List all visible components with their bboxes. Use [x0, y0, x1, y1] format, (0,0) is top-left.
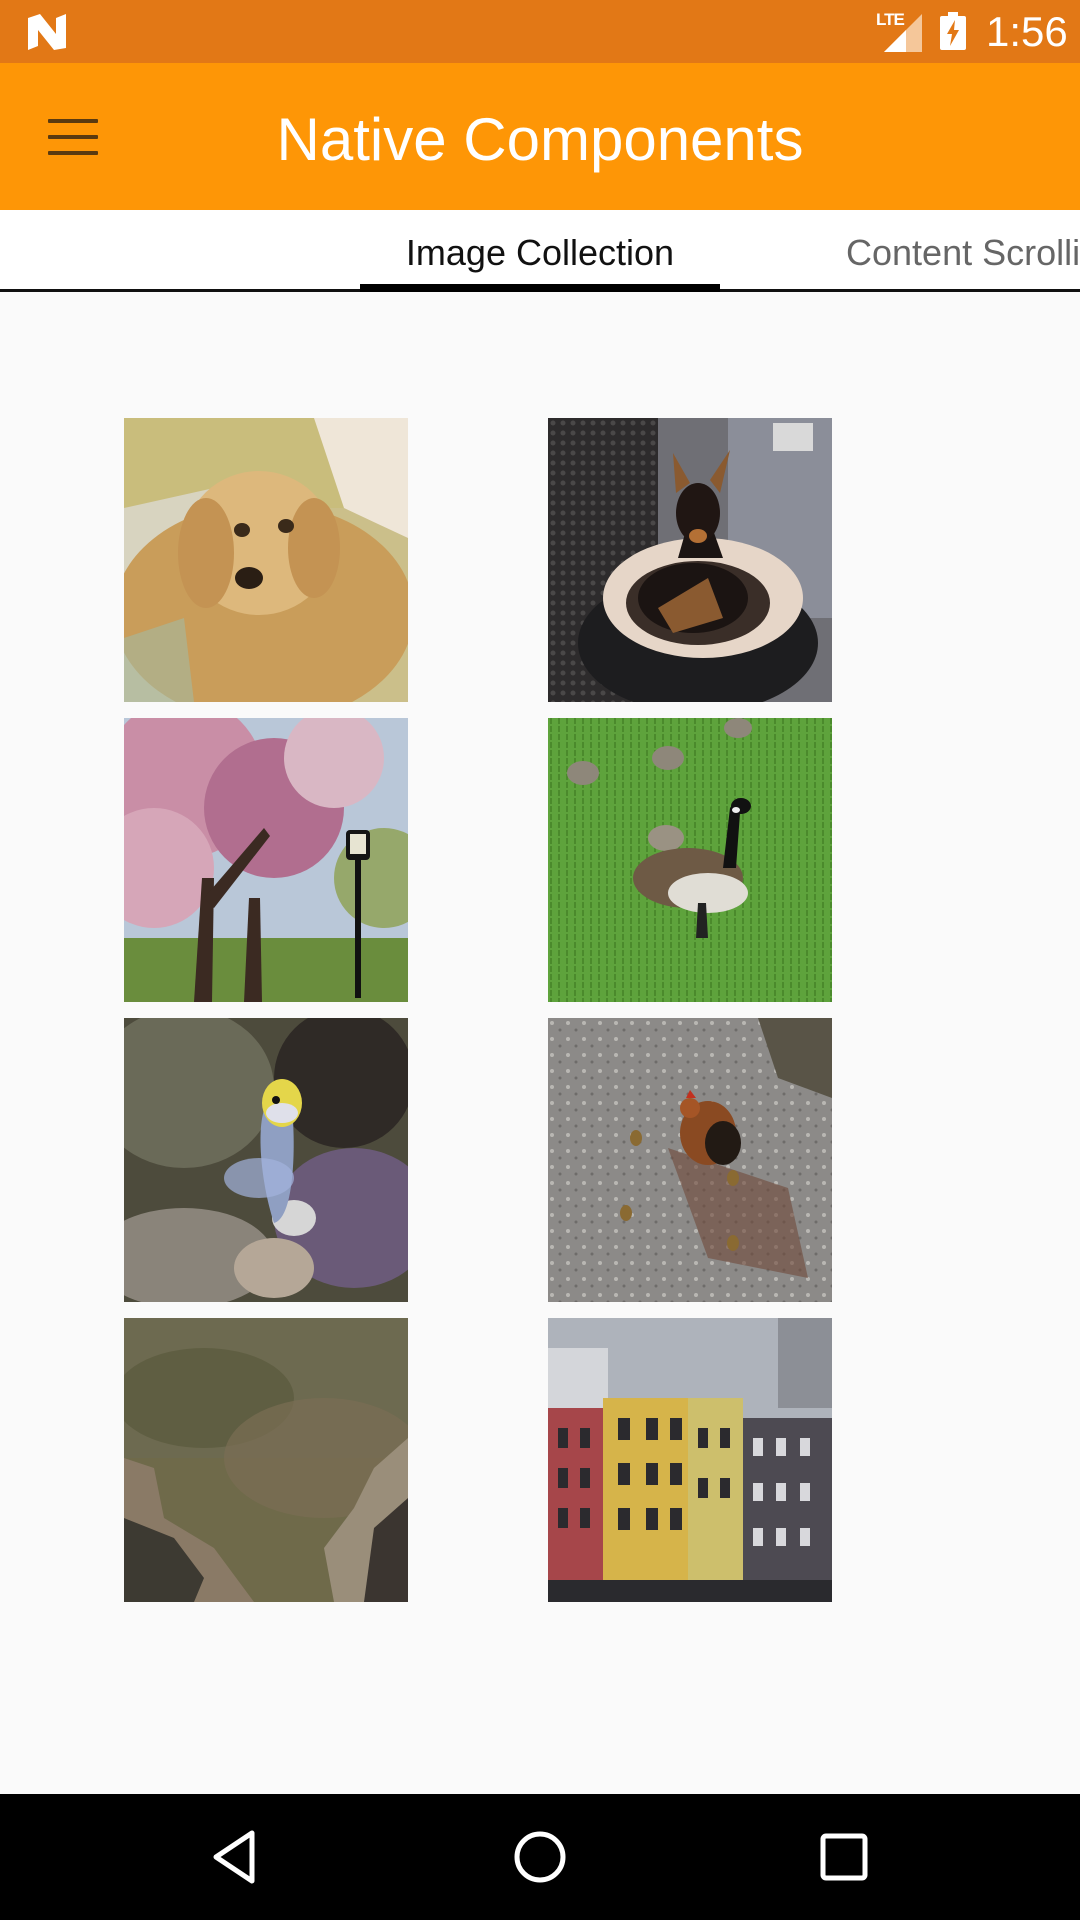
tab-content-scrolling[interactable]: Content Scrolli — [846, 232, 1080, 274]
photo-blossom-trees[interactable] — [124, 718, 408, 1002]
lte-signal-icon — [884, 14, 922, 52]
photo-rocky-water[interactable] — [124, 1318, 408, 1602]
tab-image-collection[interactable]: Image Collection — [360, 232, 720, 274]
status-bar: LTE 1:56 — [0, 0, 1080, 63]
photo-fluffy-dog[interactable] — [124, 418, 408, 702]
app-title: Native Components — [276, 106, 804, 173]
photo-buildings[interactable] — [548, 1318, 832, 1602]
notification-n-icon — [28, 14, 66, 50]
photo-pinscher-dog[interactable] — [548, 418, 832, 702]
system-nav-bar — [0, 1794, 1080, 1920]
active-tab-indicator — [360, 284, 720, 292]
battery-charging-icon — [940, 12, 966, 50]
photo-chicken-chicks[interactable] — [548, 1018, 832, 1302]
recents-icon[interactable] — [814, 1827, 874, 1887]
app-bar: Native Components — [0, 63, 1080, 210]
back-icon[interactable] — [206, 1827, 266, 1887]
tab-bar: Image Collection Content Scrolli — [0, 210, 1080, 292]
clock: 1:56 — [986, 8, 1068, 55]
photo-yellow-fish[interactable] — [124, 1018, 408, 1302]
home-icon[interactable] — [510, 1827, 570, 1887]
photo-canada-goose[interactable] — [548, 718, 832, 1002]
